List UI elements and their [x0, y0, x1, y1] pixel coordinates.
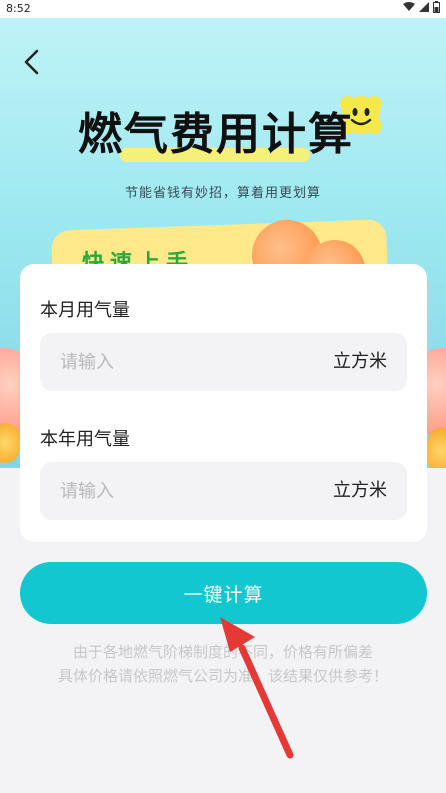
monthly-usage-field[interactable]: 立方米 [40, 333, 407, 391]
signal-icon [419, 2, 429, 12]
wifi-icon [403, 2, 415, 11]
monthly-usage-label: 本月用气量 [40, 300, 130, 321]
status-icons [403, 1, 440, 13]
decoration-blob-left-small [0, 423, 20, 463]
monthly-usage-input[interactable] [60, 333, 300, 391]
notice-line-1: 由于各地燃气阶梯制度的不同，价格有所偏差 [72, 643, 373, 661]
yearly-usage-unit: 立方米 [333, 480, 387, 501]
status-bar: 8:52 [0, 0, 446, 18]
yearly-usage-input[interactable] [60, 462, 300, 520]
monthly-usage-unit: 立方米 [333, 351, 387, 372]
decoration-blob-right-small [428, 428, 446, 468]
battery-icon [433, 1, 440, 13]
chevron-left-icon [24, 49, 39, 75]
yearly-usage-field[interactable]: 立方米 [40, 462, 407, 520]
calculate-button[interactable]: 一键计算 [20, 562, 427, 624]
page-subtitle: 节能省钱有妙招，算着用更划算 [124, 186, 321, 201]
yearly-usage-label: 本年用气量 [40, 429, 130, 450]
notice-line-2: 具体价格请依照燃气公司为准，该结果仅供参考！ [57, 667, 388, 685]
back-button[interactable] [18, 48, 46, 76]
page-title: 燃气费用计算 [78, 109, 354, 160]
form-card: 本月用气量 立方米 本年用气量 立方米 [20, 264, 427, 542]
status-time: 8:52 [6, 2, 31, 15]
